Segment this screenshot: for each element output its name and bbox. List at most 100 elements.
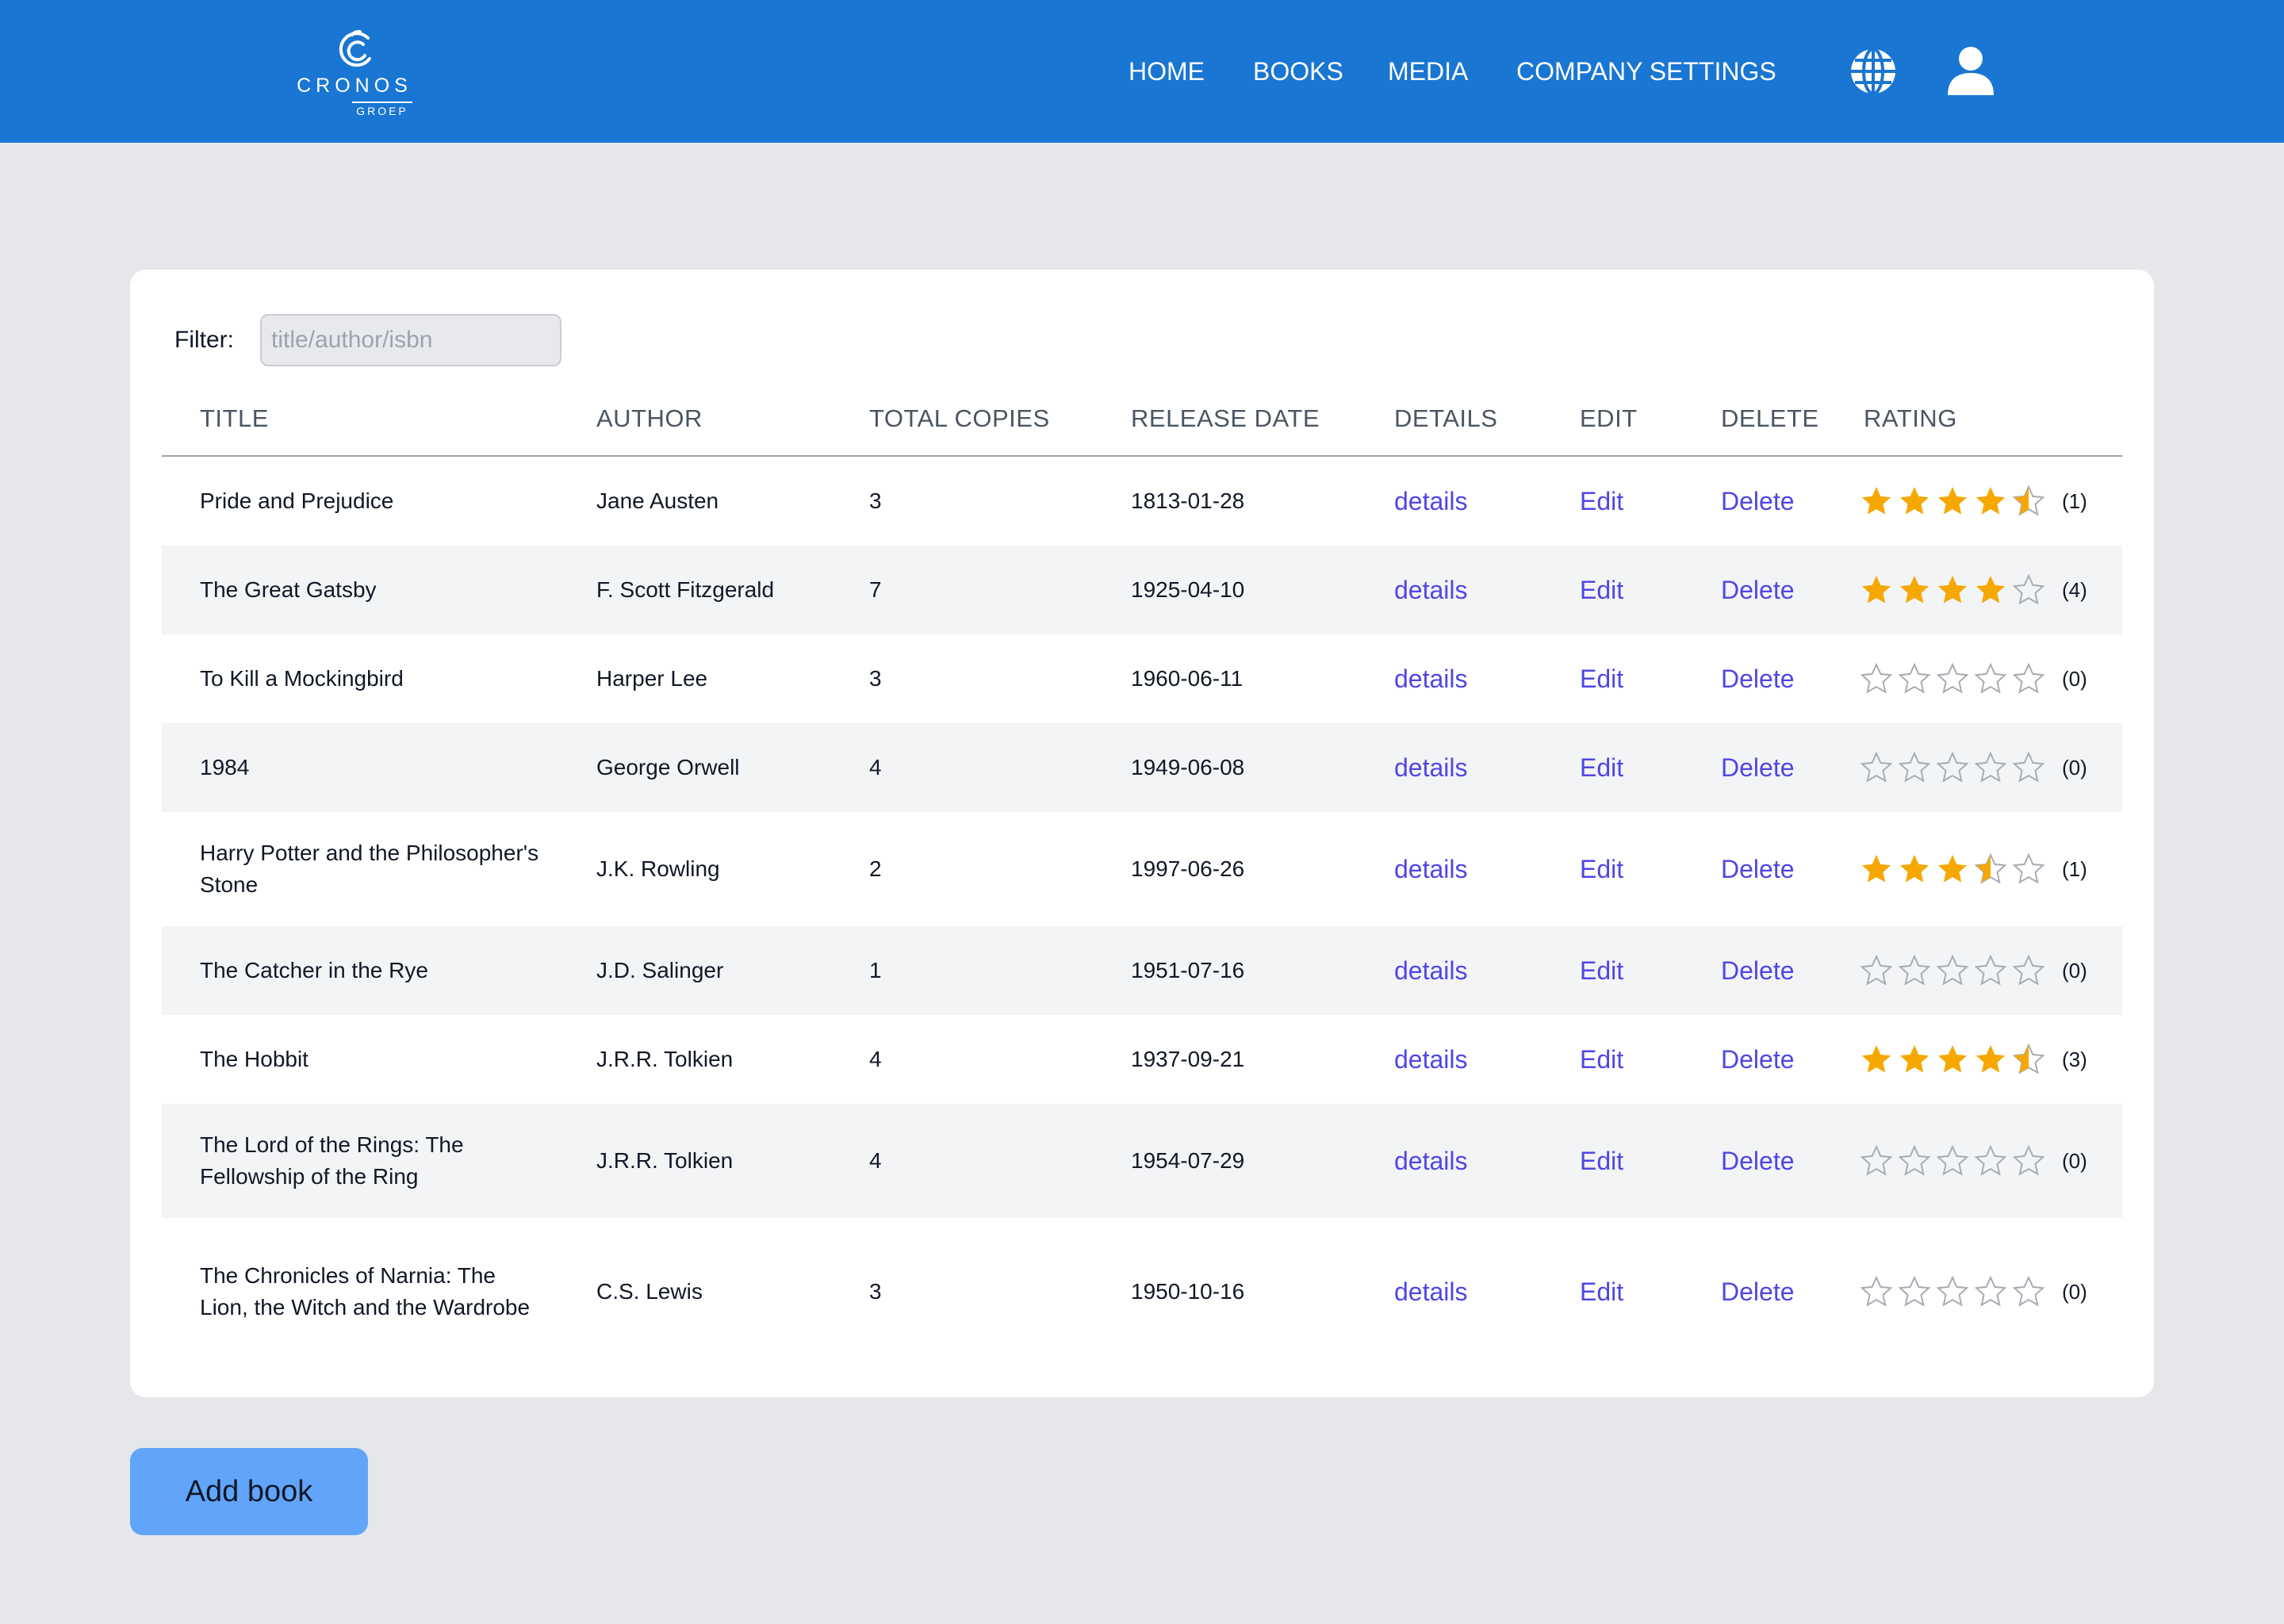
star-icon[interactable] <box>1975 485 2006 517</box>
star-icon[interactable] <box>2013 1145 2044 1177</box>
edit-link[interactable]: Edit <box>1580 926 1623 1015</box>
star-icon[interactable] <box>1899 1276 1930 1308</box>
star-icon[interactable] <box>1861 955 1892 986</box>
star-icon[interactable] <box>1899 1145 1930 1177</box>
delete-link[interactable]: Delete <box>1721 1218 1795 1365</box>
details-link[interactable]: details <box>1394 457 1468 546</box>
star-icon[interactable] <box>2013 485 2044 517</box>
star-icon[interactable] <box>1975 955 2006 986</box>
edit-link[interactable]: Edit <box>1580 723 1623 812</box>
star-icon[interactable] <box>1937 1044 1968 1075</box>
delete-link[interactable]: Delete <box>1721 812 1795 926</box>
book-author: J.R.R. Tolkien <box>596 1047 734 1071</box>
star-icon[interactable] <box>2013 663 2044 695</box>
edit-link[interactable]: Edit <box>1580 546 1623 634</box>
star-icon[interactable] <box>1975 752 2006 783</box>
details-link[interactable]: details <box>1394 1104 1468 1218</box>
star-icon[interactable] <box>2013 853 2044 885</box>
star-icon[interactable] <box>1975 1145 2006 1177</box>
star-icon[interactable] <box>1899 853 1930 885</box>
star-icon[interactable] <box>1899 485 1930 517</box>
star-icon[interactable] <box>1861 1044 1892 1075</box>
star-icon[interactable] <box>1861 853 1892 885</box>
add-book-button[interactable]: Add book <box>130 1448 368 1535</box>
star-icon[interactable] <box>1861 1145 1892 1177</box>
details-link[interactable]: details <box>1394 926 1468 1015</box>
star-icon[interactable] <box>1937 1276 1968 1308</box>
rating-count: (3) <box>2062 1048 2087 1071</box>
star-icon[interactable] <box>2013 955 2044 986</box>
star-icon[interactable] <box>1975 574 2006 606</box>
star-icon[interactable] <box>1975 663 2006 695</box>
column-header-title[interactable]: TITLE <box>200 404 269 433</box>
column-header-author[interactable]: AUTHOR <box>596 404 703 433</box>
filter-input[interactable] <box>260 314 561 366</box>
delete-link[interactable]: Delete <box>1721 1104 1795 1218</box>
delete-link[interactable]: Delete <box>1721 634 1795 723</box>
star-icon[interactable] <box>1899 663 1930 695</box>
star-icon[interactable] <box>1861 485 1892 517</box>
star-icon[interactable] <box>1937 853 1968 885</box>
rating-stars[interactable] <box>1861 853 2044 885</box>
nav-media[interactable]: MEDIA <box>1388 56 1468 87</box>
rating-stars[interactable] <box>1861 1145 2044 1177</box>
delete-link[interactable]: Delete <box>1721 457 1795 546</box>
star-icon[interactable] <box>1899 1044 1930 1075</box>
star-icon[interactable] <box>1899 955 1930 986</box>
edit-link[interactable]: Edit <box>1580 1015 1623 1104</box>
edit-link[interactable]: Edit <box>1580 457 1623 546</box>
rating-stars[interactable] <box>1861 663 2044 695</box>
details-link[interactable]: details <box>1394 812 1468 926</box>
column-header-total-copies[interactable]: TOTAL COPIES <box>869 404 1050 433</box>
star-icon[interactable] <box>1937 955 1968 986</box>
star-icon[interactable] <box>2013 574 2044 606</box>
nav-books[interactable]: BOOKS <box>1253 56 1343 87</box>
details-link[interactable]: details <box>1394 634 1468 723</box>
rating-stars[interactable] <box>1861 574 2044 606</box>
star-icon[interactable] <box>1975 1044 2006 1075</box>
details-link[interactable]: details <box>1394 546 1468 634</box>
star-icon[interactable] <box>1861 752 1892 783</box>
star-icon[interactable] <box>1937 752 1968 783</box>
edit-link[interactable]: Edit <box>1580 1218 1623 1365</box>
book-total-copies: 3 <box>869 1279 882 1304</box>
star-icon[interactable] <box>1937 574 1968 606</box>
rating-stars[interactable] <box>1861 485 2044 517</box>
rating-stars[interactable] <box>1861 752 2044 783</box>
column-header-release-date[interactable]: RELEASE DATE <box>1131 404 1320 433</box>
delete-link[interactable]: Delete <box>1721 723 1795 812</box>
star-icon[interactable] <box>1861 574 1892 606</box>
cronos-logo[interactable]: CRONOS GROEP <box>295 29 414 117</box>
rating-stars[interactable] <box>1861 1044 2044 1075</box>
column-header-rating[interactable]: RATING <box>1864 404 1957 433</box>
details-link[interactable]: details <box>1394 1218 1468 1365</box>
edit-link[interactable]: Edit <box>1580 1104 1623 1218</box>
star-icon[interactable] <box>1975 1276 2006 1308</box>
details-link[interactable]: details <box>1394 723 1468 812</box>
rating-stars[interactable] <box>1861 955 2044 986</box>
star-icon[interactable] <box>1861 1276 1892 1308</box>
book-release-date: 1813-01-28 <box>1131 488 1245 513</box>
star-icon[interactable] <box>1975 853 2006 885</box>
edit-link[interactable]: Edit <box>1580 812 1623 926</box>
star-icon[interactable] <box>1899 574 1930 606</box>
rating-stars[interactable] <box>1861 1276 2044 1308</box>
details-link[interactable]: details <box>1394 1015 1468 1104</box>
star-rating: (0) <box>1861 926 2114 1015</box>
delete-link[interactable]: Delete <box>1721 1015 1795 1104</box>
star-icon[interactable] <box>1861 663 1892 695</box>
nav-home[interactable]: HOME <box>1129 56 1205 87</box>
edit-link[interactable]: Edit <box>1580 634 1623 723</box>
star-icon[interactable] <box>2013 1044 2044 1075</box>
delete-link[interactable]: Delete <box>1721 546 1795 634</box>
language-button[interactable] <box>1848 46 1899 97</box>
star-icon[interactable] <box>1937 663 1968 695</box>
star-icon[interactable] <box>1937 485 1968 517</box>
star-icon[interactable] <box>1899 752 1930 783</box>
delete-link[interactable]: Delete <box>1721 926 1795 1015</box>
nav-company-settings[interactable]: COMPANY SETTINGS <box>1516 56 1776 87</box>
account-button[interactable] <box>1943 43 1998 98</box>
star-icon[interactable] <box>2013 752 2044 783</box>
star-icon[interactable] <box>1937 1145 1968 1177</box>
star-icon[interactable] <box>2013 1276 2044 1308</box>
